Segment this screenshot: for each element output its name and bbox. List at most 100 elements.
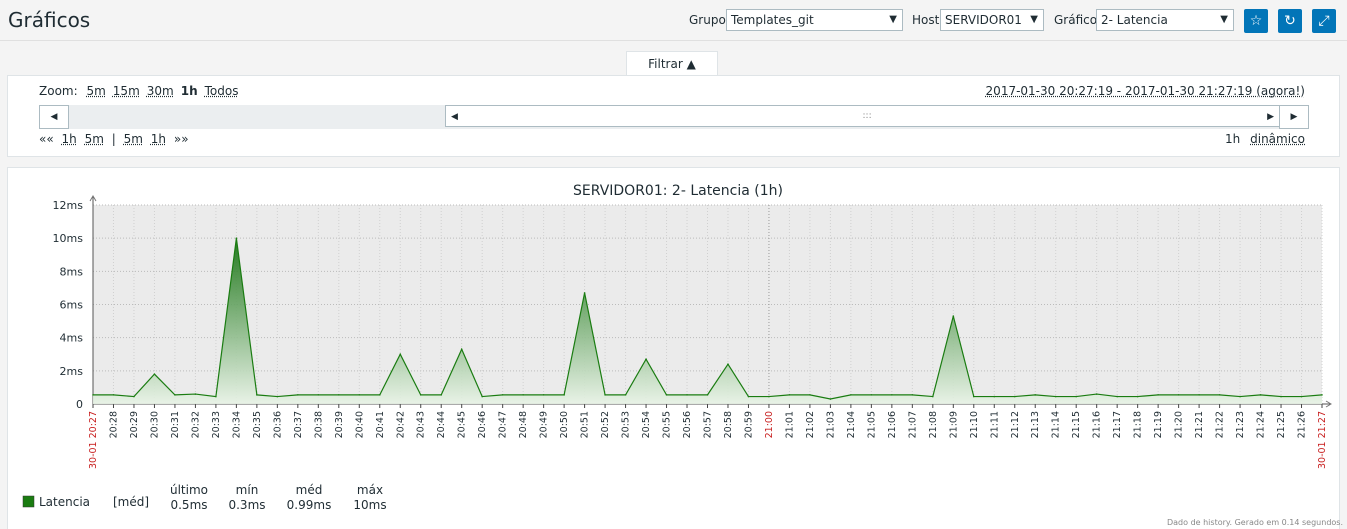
data-point[interactable] xyxy=(1136,395,1139,398)
data-point[interactable] xyxy=(768,395,770,398)
data-point[interactable] xyxy=(788,394,791,396)
data-point[interactable] xyxy=(911,394,914,396)
data-point[interactable] xyxy=(481,395,483,398)
nav-fwd-5m[interactable]: 5m xyxy=(124,132,143,146)
data-point[interactable] xyxy=(747,395,750,398)
legend-value: 0.5ms xyxy=(170,498,207,512)
data-point[interactable] xyxy=(1013,395,1016,398)
legend-header: último xyxy=(170,483,208,497)
data-point[interactable] xyxy=(1095,393,1098,395)
filter-tab[interactable]: Filtrar ▲ xyxy=(626,51,718,76)
data-point[interactable] xyxy=(1300,395,1303,398)
x-tick-label: 21:26 xyxy=(1297,411,1308,438)
data-point[interactable] xyxy=(706,394,709,396)
data-point[interactable] xyxy=(317,394,320,396)
data-point[interactable] xyxy=(153,373,156,375)
chevron-down-icon: ▼ xyxy=(889,14,897,25)
data-point[interactable] xyxy=(276,395,279,398)
x-tick-label: 20:48 xyxy=(518,411,529,438)
period-range[interactable]: 2017-01-30 20:27:19 - 2017-01-30 21:27:1… xyxy=(986,84,1305,98)
mode-toggle[interactable]: dinâmico xyxy=(1250,132,1305,146)
data-point[interactable] xyxy=(809,394,811,396)
data-point[interactable] xyxy=(419,394,422,396)
data-point[interactable] xyxy=(1034,394,1037,396)
data-point[interactable] xyxy=(542,394,545,396)
data-point[interactable] xyxy=(645,358,647,361)
data-point[interactable] xyxy=(1177,394,1180,396)
timeline-scrollbar[interactable]: ◀ ◀ ::: ▶ ▶ xyxy=(39,105,1309,129)
y-tick-label: 6ms xyxy=(60,299,84,312)
data-point[interactable] xyxy=(297,394,299,396)
data-point[interactable] xyxy=(92,394,94,396)
data-point[interactable] xyxy=(1157,394,1159,396)
data-point[interactable] xyxy=(133,395,135,398)
data-point[interactable] xyxy=(174,394,176,396)
y-tick-label: 4ms xyxy=(60,332,84,345)
fullscreen-button[interactable]: ⤢ xyxy=(1312,9,1336,33)
data-point[interactable] xyxy=(686,394,688,396)
x-tick-label: 21:25 xyxy=(1276,411,1287,438)
data-point[interactable] xyxy=(1218,394,1221,396)
group-select[interactable]: Templates_git ▼ xyxy=(726,9,903,31)
data-point[interactable] xyxy=(850,394,852,396)
x-tick-label: 21:09 xyxy=(948,411,959,438)
period-navigation: «« 1h 5m | 5m 1h »» xyxy=(39,132,193,146)
x-tick-label: 20:43 xyxy=(416,411,427,438)
data-point[interactable] xyxy=(378,394,381,396)
zoom-option[interactable]: 15m xyxy=(113,84,140,98)
latency-chart[interactable]: SERVIDOR01: 2- Latencia (1h) 0 2ms 4ms 6ms 8m… xyxy=(8,168,1339,528)
data-point[interactable] xyxy=(358,394,361,396)
data-point[interactable] xyxy=(665,394,668,396)
data-point[interactable] xyxy=(1321,394,1323,396)
favorite-button[interactable]: ☆ xyxy=(1244,9,1268,33)
data-point[interactable] xyxy=(870,394,873,396)
data-point[interactable] xyxy=(501,394,504,396)
data-point[interactable] xyxy=(604,394,606,396)
nav-fwd-1h[interactable]: 1h xyxy=(151,132,166,146)
data-point[interactable] xyxy=(952,315,955,317)
nav-back-5m[interactable]: 5m xyxy=(85,132,104,146)
zoom-option[interactable]: 5m xyxy=(86,84,105,98)
data-point[interactable] xyxy=(440,394,443,396)
data-point[interactable] xyxy=(1259,394,1262,396)
x-tick-label: 20:51 xyxy=(580,411,591,438)
scroll-left-button[interactable]: ◀ xyxy=(39,105,69,129)
data-point[interactable] xyxy=(1198,394,1200,396)
scroll-thumb[interactable]: ◀ ::: ▶ xyxy=(445,105,1280,127)
data-point[interactable] xyxy=(727,363,729,365)
data-point[interactable] xyxy=(194,393,197,395)
x-tick-label: 20:36 xyxy=(272,411,283,438)
scroll-right-button[interactable]: ▶ xyxy=(1279,105,1309,129)
zoom-option[interactable]: 1h xyxy=(181,84,198,98)
host-select[interactable]: SERVIDOR01 ▼ xyxy=(940,9,1044,31)
data-point[interactable] xyxy=(932,395,934,398)
data-point[interactable] xyxy=(972,395,975,398)
refresh-button[interactable]: ↻ xyxy=(1278,9,1302,33)
data-point[interactable] xyxy=(399,353,402,356)
data-point[interactable] xyxy=(891,394,893,396)
arrow-right-icon[interactable]: ▶ xyxy=(1267,106,1274,128)
zoom-option[interactable]: 30m xyxy=(147,84,174,98)
data-point[interactable] xyxy=(215,395,217,398)
data-point[interactable] xyxy=(522,394,524,396)
nav-back-1h[interactable]: 1h xyxy=(62,132,77,146)
data-point[interactable] xyxy=(460,348,463,351)
data-point[interactable] xyxy=(993,395,996,398)
data-point[interactable] xyxy=(338,394,340,396)
data-point[interactable] xyxy=(624,394,627,396)
data-point[interactable] xyxy=(563,394,565,396)
data-point[interactable] xyxy=(1054,395,1057,398)
data-point[interactable] xyxy=(1075,395,1077,398)
data-point[interactable] xyxy=(1280,395,1282,398)
data-point[interactable] xyxy=(583,292,586,294)
data-point[interactable] xyxy=(256,394,258,396)
data-point[interactable] xyxy=(829,398,832,400)
data-point[interactable] xyxy=(235,237,238,239)
nav-back-label: «« xyxy=(39,132,54,146)
zoom-option[interactable]: Todos xyxy=(205,84,239,98)
arrow-left-icon[interactable]: ◀ xyxy=(451,106,458,128)
data-point[interactable] xyxy=(1116,395,1118,398)
graph-select[interactable]: 2- Latencia ▼ xyxy=(1096,9,1234,31)
data-point[interactable] xyxy=(1239,395,1241,398)
data-point[interactable] xyxy=(112,394,115,396)
